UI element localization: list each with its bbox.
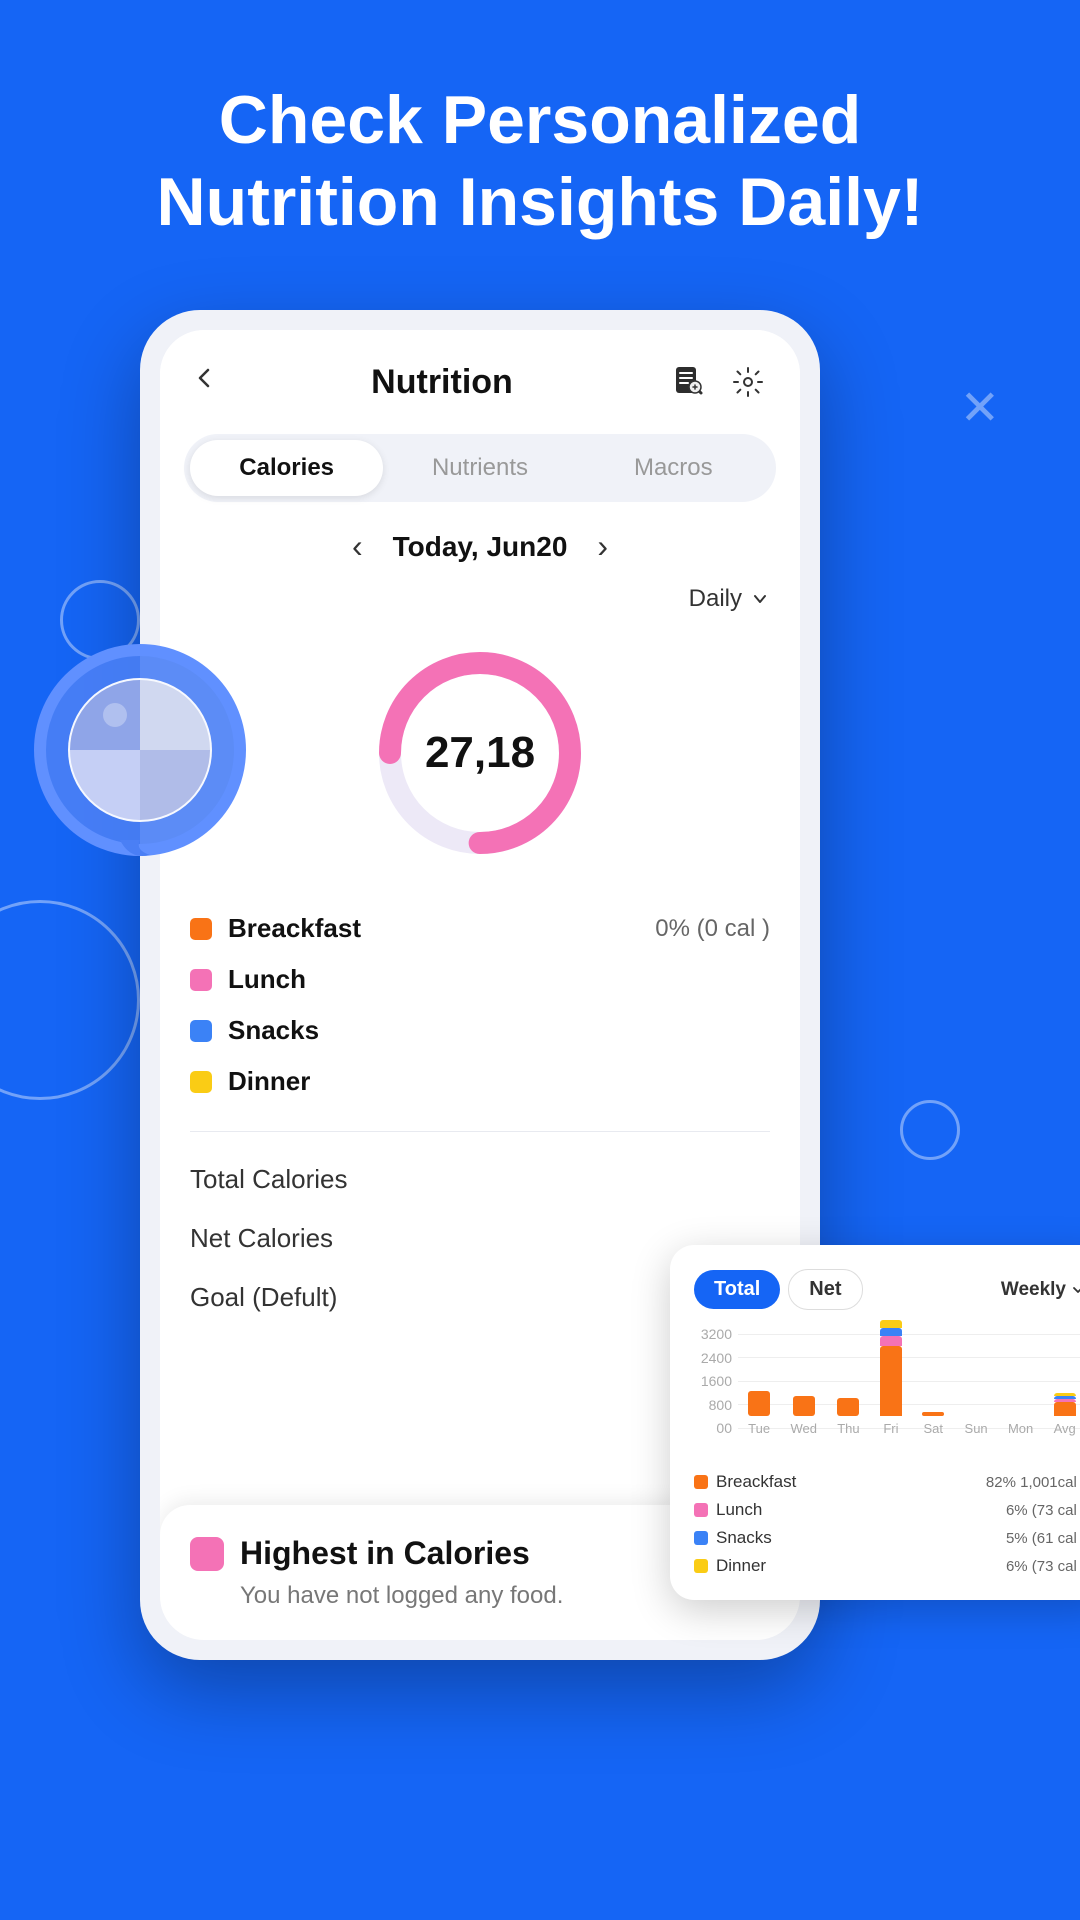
snacks-label: Snacks: [228, 1015, 319, 1046]
grid-label-1600: 1600: [694, 1373, 732, 1389]
lunch-color-dot: [190, 969, 212, 991]
grid-label-2400: 2400: [694, 1350, 732, 1366]
chart-snacks-label: Snacks: [716, 1528, 772, 1548]
bar-avg-breakfast: [1054, 1402, 1076, 1416]
weekly-bar-chart: 3200 2400 1600 800 00 Tue Wed: [694, 1326, 1080, 1456]
nav-bar: Nutrition: [160, 330, 800, 424]
bar-avg: Avg: [1054, 1393, 1076, 1436]
chart-legend-lunch-val: 6% (73 cal ): [894, 1500, 1080, 1520]
dinner-label: Dinner: [228, 1066, 310, 1097]
bottom-card-icon: [190, 1537, 224, 1571]
chart-legend-breakfast-val: 82% 1,001cal ): [894, 1472, 1080, 1492]
chart-legend: Breackfast 82% 1,001cal ) Lunch 6% (73 c…: [694, 1472, 1080, 1576]
bar-fri: Fri: [880, 1320, 902, 1436]
legend-dinner: Dinner: [190, 1056, 770, 1107]
bar-sat: Sat: [922, 1412, 944, 1436]
chart-period-selector[interactable]: Weekly: [1001, 1279, 1080, 1301]
bar-sun: Sun: [965, 1412, 988, 1436]
chart-legend-snacks-val: 5% (61 cal ): [894, 1528, 1080, 1548]
chart-snacks-value: 5% (61 cal ): [1006, 1530, 1080, 1547]
tab-switcher: Calories Nutrients Macros: [184, 434, 776, 502]
breakfast-value: 0% (0 cal ): [655, 915, 770, 943]
bar-fri-snacks: [880, 1328, 902, 1336]
section-divider: [190, 1131, 770, 1132]
chart-lunch-label: Lunch: [716, 1500, 762, 1520]
back-button[interactable]: [190, 364, 218, 400]
bar-tue-breakfast: [748, 1391, 770, 1416]
tab-net[interactable]: Net: [788, 1269, 862, 1310]
total-calories-stat: Total Calories: [190, 1150, 770, 1209]
breakfast-color-dot: [190, 918, 212, 940]
chart-breakfast-dot: [694, 1475, 708, 1489]
grid-label-00: 00: [694, 1420, 732, 1436]
chart-period-dropdown-icon: [1070, 1282, 1080, 1298]
dinner-color-dot: [190, 1071, 212, 1093]
legend-breakfast: Breackfast 0% (0 cal ): [190, 903, 770, 954]
app-icon: [30, 640, 250, 860]
chart-breakfast-value: 82% 1,001cal ): [986, 1474, 1080, 1491]
settings-icon[interactable]: [726, 360, 770, 404]
chart-snacks-dot: [694, 1531, 708, 1545]
bar-fri-dinner: [880, 1320, 902, 1328]
bars-area: Tue Wed Thu: [738, 1326, 1080, 1436]
current-date: Today, Jun20: [393, 531, 568, 563]
chart-breakfast-label: Breackfast: [716, 1472, 796, 1492]
breakfast-label: Breackfast: [228, 913, 361, 944]
chart-dinner-value: 6% (73 cal ): [1006, 1558, 1080, 1575]
bar-fri-breakfast: [880, 1346, 902, 1416]
chart-dinner-dot: [694, 1559, 708, 1573]
tab-total[interactable]: Total: [694, 1270, 780, 1309]
nav-icons: [666, 360, 770, 404]
next-date-button[interactable]: ›: [597, 528, 608, 565]
grid-label-800: 800: [694, 1397, 732, 1413]
calorie-value: 27,18: [425, 728, 535, 778]
bar-fri-lunch: [880, 1336, 902, 1346]
bottom-card-title: Highest in Calories: [240, 1535, 530, 1572]
lunch-label: Lunch: [228, 964, 306, 995]
prev-date-button[interactable]: ‹: [352, 528, 363, 565]
header-text: Check Personalized Nutrition Insights Da…: [0, 0, 1080, 283]
period-label: Daily: [689, 585, 742, 613]
calorie-donut-chart: 27,18: [160, 623, 800, 893]
bar-wed: Wed: [790, 1396, 817, 1436]
period-dropdown-icon: [750, 589, 770, 609]
bar-wed-breakfast: [793, 1396, 815, 1416]
chart-legend-dinner: Dinner: [694, 1556, 886, 1576]
snacks-color-dot: [190, 1020, 212, 1042]
chart-legend-lunch: Lunch: [694, 1500, 886, 1520]
tab-calories[interactable]: Calories: [190, 440, 383, 496]
grid-label-3200: 3200: [694, 1326, 732, 1342]
chart-tabs: Total Net Weekly: [694, 1269, 1080, 1310]
tab-nutrients[interactable]: Nutrients: [383, 440, 576, 496]
header-line1: Check Personalized: [60, 80, 1020, 162]
tab-macros[interactable]: Macros: [577, 440, 770, 496]
background-x-decoration: ✕: [960, 380, 1000, 436]
legend-lunch: Lunch: [190, 954, 770, 1005]
chart-dinner-label: Dinner: [716, 1556, 766, 1576]
chart-lunch-value: 6% (73 cal ): [1006, 1502, 1080, 1519]
bar-thu-breakfast: [837, 1398, 859, 1416]
file-icon[interactable]: [666, 360, 710, 404]
bar-sat-breakfast: [922, 1412, 944, 1416]
weekly-chart-overlay: Total Net Weekly 3200 2400 1600 800 00 T…: [670, 1245, 1080, 1600]
page-title: Nutrition: [371, 363, 513, 402]
chart-legend-snacks: Snacks: [694, 1528, 886, 1548]
chart-legend-dinner-val: 6% (73 cal ): [894, 1556, 1080, 1576]
header-line2: Nutrition Insights Daily!: [60, 162, 1020, 244]
meal-legend: Breackfast 0% (0 cal ) Lunch Snacks: [160, 893, 800, 1123]
date-navigator: ‹ Today, Jun20 ›: [160, 518, 800, 581]
bar-thu: Thu: [837, 1398, 859, 1436]
bar-mon: Mon: [1008, 1412, 1033, 1436]
chart-legend-breakfast: Breackfast: [694, 1472, 886, 1492]
legend-snacks: Snacks: [190, 1005, 770, 1056]
bar-tue: Tue: [748, 1391, 770, 1436]
period-selector[interactable]: Daily: [160, 581, 800, 623]
chart-lunch-dot: [694, 1503, 708, 1517]
